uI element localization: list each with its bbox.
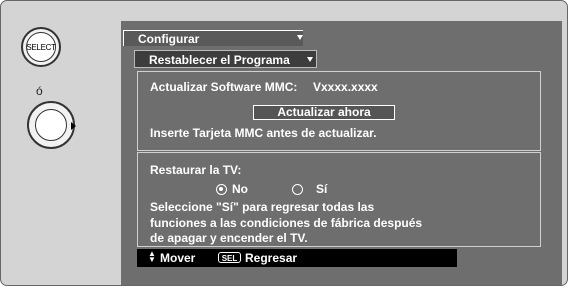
radio-no[interactable] (216, 184, 227, 195)
navigation-pad-center (35, 109, 67, 141)
restore-description-line3: de apagar y encender el TV. (150, 231, 308, 245)
radio-no-label: No (232, 182, 248, 196)
footer-back-label: Regresar (245, 251, 298, 265)
mmc-version-label: Actualizar Software MMC: (150, 80, 298, 94)
chevron-down-icon (297, 35, 303, 40)
menu-tab-configurar-label: Configurar (138, 32, 200, 46)
menu-tab-configurar[interactable]: Configurar (123, 30, 303, 46)
select-button-icon: SELECT (21, 27, 61, 67)
mmc-update-panel: Actualizar Software MMC: Vxxxx.xxxx Actu… (137, 71, 541, 151)
submenu-tab-restablecer-label: Restablecer el Programa (149, 53, 290, 67)
radio-yes-label: Sí (316, 182, 328, 196)
restore-description-line1: Seleccione "Sí" para regresar todas las (150, 200, 375, 214)
footer-help-bar: ▲ ▼ Mover SEL Regresar (137, 249, 457, 267)
footer-move-label: Mover (160, 251, 196, 265)
navigation-pad-icon (27, 101, 76, 149)
up-down-arrow-icon: ▲ ▼ (148, 249, 156, 264)
or-text: ó (36, 84, 43, 98)
restore-tv-panel: Restaurar la TV: No Sí Seleccione "Sí" p… (137, 152, 541, 247)
restore-description-line2: funciones a las condiciones de fábrica d… (150, 216, 423, 230)
select-button-label: SELECT (26, 32, 56, 62)
radio-yes[interactable] (292, 184, 303, 195)
update-now-button[interactable]: Actualizar ahora (253, 105, 395, 120)
mmc-version-value: Vxxxx.xxxx (313, 80, 378, 94)
sel-button-icon: SEL (218, 252, 241, 263)
right-arrow-icon (71, 122, 76, 130)
mmc-instruction: Inserte Tarjeta MMC antes de actualizar. (150, 126, 377, 140)
submenu-tab-restablecer[interactable]: Restablecer el Programa (134, 50, 317, 68)
chevron-down-icon (307, 57, 313, 62)
restore-tv-title: Restaurar la TV: (150, 163, 242, 177)
